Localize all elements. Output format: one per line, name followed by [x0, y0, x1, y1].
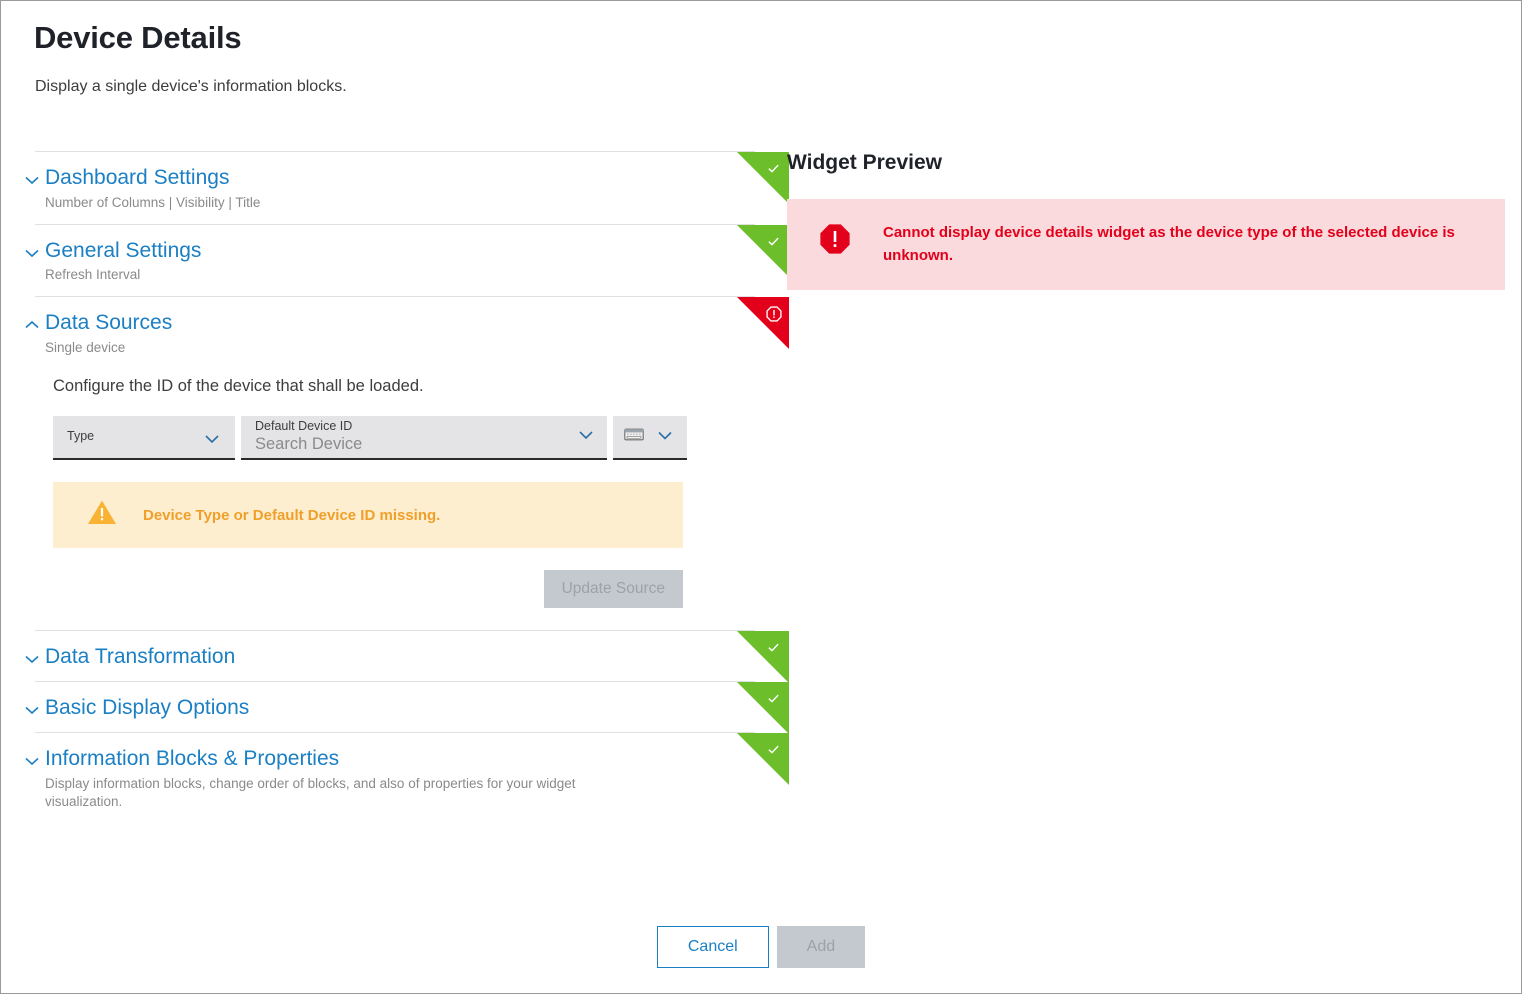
accordion-header-information-blocks-properties[interactable]: Information Blocks & Properties Display …	[25, 733, 789, 823]
check-icon	[765, 741, 782, 758]
check-icon	[765, 639, 782, 656]
accordion-subtitle: Refresh Interval	[45, 267, 141, 283]
widget-preview-panel: Widget Preview Cannot display device det…	[787, 151, 1507, 290]
accordion-data-transformation: Data Transformation	[25, 630, 789, 684]
data-source-field-row: Type Default Device ID Search Device	[53, 416, 755, 461]
chevron-down-icon[interactable]	[19, 700, 45, 720]
accordion-title: Dashboard Settings	[45, 166, 230, 189]
validation-warning-banner: Device Type or Default Device ID missing…	[53, 482, 683, 549]
accordion-subtitle: Number of Columns | Visibility | Title	[45, 194, 261, 210]
default-device-id-value: Search Device	[255, 435, 363, 454]
chevron-down-icon[interactable]	[654, 424, 676, 451]
keyboard-icon[interactable]	[624, 427, 644, 447]
accordion-header-basic-display-options[interactable]: Basic Display Options	[25, 682, 789, 735]
widget-preview-title: Widget Preview	[787, 151, 943, 174]
accordion-subtitle: Single device	[45, 339, 126, 355]
page-title: Device Details	[34, 20, 242, 55]
chevron-down-icon[interactable]	[575, 424, 597, 451]
widget-preview-error-banner: Cannot display device details widget as …	[787, 199, 1505, 290]
accordion-title: Data Transformation	[45, 645, 236, 669]
chevron-down-icon[interactable]	[19, 170, 45, 190]
accordion-dashboard-settings: Dashboard Settings Number of Columns | V…	[25, 151, 789, 224]
check-icon	[765, 233, 782, 250]
error-octagon-icon	[765, 305, 782, 322]
add-button[interactable]: Add	[776, 926, 866, 968]
accordion-data-sources: Data Sources Single device Configure the…	[25, 296, 789, 631]
validation-warning-text: Device Type or Default Device ID missing…	[143, 506, 441, 524]
error-octagon-icon	[819, 223, 853, 260]
cancel-button[interactable]: Cancel	[656, 926, 769, 968]
dialog-footer: Cancel Add	[1, 926, 1521, 968]
chevron-down-icon[interactable]	[19, 649, 45, 669]
check-icon	[765, 690, 782, 707]
accordion-basic-display-options: Basic Display Options	[25, 681, 789, 735]
accordion-header-general-settings[interactable]: General Settings Refresh Interval	[25, 224, 789, 297]
accordion-header-data-transformation[interactable]: Data Transformation	[25, 631, 789, 684]
check-icon	[765, 160, 782, 177]
chevron-down-icon[interactable]	[19, 243, 45, 263]
input-mode-select[interactable]	[613, 416, 687, 461]
device-details-dialog: Device Details Display a single device's…	[0, 0, 1522, 994]
settings-accordion-list: Dashboard Settings Number of Columns | V…	[25, 151, 789, 824]
warning-triangle-icon	[87, 499, 121, 531]
accordion-general-settings: General Settings Refresh Interval	[25, 223, 789, 297]
accordion-title: Basic Display Options	[45, 696, 250, 720]
accordion-title: General Settings	[45, 238, 202, 262]
data-sources-instruction: Configure the ID of the device that shal…	[53, 377, 424, 396]
accordion-title: Data Sources	[45, 311, 173, 335]
update-source-button[interactable]: Update Source	[543, 570, 683, 609]
accordion-title: Information Blocks & Properties	[45, 747, 340, 771]
device-type-select[interactable]: Type	[53, 416, 235, 461]
data-sources-body: Configure the ID of the device that shal…	[35, 377, 755, 630]
default-device-id-select[interactable]: Default Device ID Search Device	[241, 416, 607, 461]
page-subtitle: Display a single device's information bl…	[35, 78, 347, 95]
accordion-header-dashboard-settings[interactable]: Dashboard Settings Number of Columns | V…	[25, 152, 789, 224]
update-source-row: Update Source	[53, 570, 683, 609]
accordion-information-blocks-properties: Information Blocks & Properties Display …	[25, 732, 789, 824]
chevron-up-icon[interactable]	[19, 315, 45, 335]
accordion-header-data-sources[interactable]: Data Sources Single device	[25, 297, 789, 369]
chevron-down-icon[interactable]	[201, 427, 223, 454]
chevron-down-icon[interactable]	[19, 751, 45, 771]
widget-preview-error-text: Cannot display device details widget as …	[883, 224, 1455, 265]
accordion-subtitle: Display information blocks, change order…	[45, 775, 576, 809]
default-device-id-label: Default Device ID	[255, 419, 353, 434]
